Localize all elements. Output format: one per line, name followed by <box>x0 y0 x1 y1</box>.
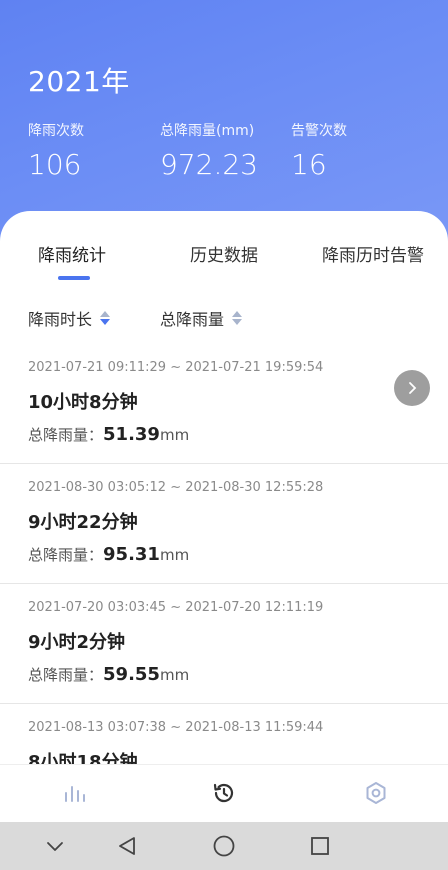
record-duration: 9小时2分钟 <box>28 632 126 653</box>
stat-value: 16 <box>291 148 327 181</box>
system-nav-bar <box>0 822 448 870</box>
recents-square-icon[interactable] <box>308 834 332 858</box>
rain-unit: mm <box>159 546 190 564</box>
record-rain: 总降雨量：51.39mm <box>28 424 189 445</box>
content-panel: 降雨统计 历史数据 降雨历时告警 降雨时长 总降雨量 2021-07-21 09… <box>0 211 448 771</box>
chevron-right-icon <box>409 382 417 394</box>
stat-label: 降雨次数 <box>28 123 84 139</box>
history-icon[interactable] <box>210 779 238 807</box>
list-item[interactable]: 2021-08-13 03:07:38 ~ 2021-08-13 11:59:4… <box>0 704 448 771</box>
chevron-down-icon[interactable] <box>43 834 67 858</box>
record-time-range: 2021-07-20 03:03:45 ~ 2021-07-20 12:11:1… <box>28 600 324 615</box>
rain-record-list: 2021-07-21 09:11:29 ~ 2021-07-21 19:59:5… <box>0 344 448 771</box>
rain-label: 总降雨量： <box>28 666 104 684</box>
rain-value: 95.31 <box>103 544 160 565</box>
sort-arrows-icon <box>232 311 243 325</box>
stat-rain-count: 降雨次数 106 <box>28 120 84 181</box>
stat-label: 告警次数 <box>291 123 347 139</box>
sort-bar: 降雨时长 总降雨量 <box>0 306 448 330</box>
record-time-range: 2021-07-21 09:11:29 ~ 2021-07-21 19:59:5… <box>28 360 324 375</box>
detail-button[interactable] <box>394 370 430 406</box>
rain-value: 51.39 <box>103 424 160 445</box>
stat-total-rain: 总降雨量(mm) 972.23 <box>160 120 258 181</box>
bar-chart-icon[interactable] <box>60 779 88 807</box>
record-time-range: 2021-08-30 03:05:12 ~ 2021-08-30 12:55:2… <box>28 480 324 495</box>
sort-label: 总降雨量 <box>160 310 225 329</box>
home-circle-icon[interactable] <box>212 834 236 858</box>
tab-bar: 降雨统计 历史数据 降雨历时告警 <box>0 241 448 271</box>
settings-hex-icon[interactable] <box>362 779 390 807</box>
rain-label: 总降雨量： <box>28 546 104 564</box>
sort-by-duration[interactable]: 降雨时长 <box>28 306 111 330</box>
record-rain: 总降雨量：59.55mm <box>28 664 189 685</box>
sort-by-total-rain[interactable]: 总降雨量 <box>160 306 243 330</box>
record-duration: 9小时22分钟 <box>28 512 138 533</box>
stat-alarm-count: 告警次数 16 <box>291 120 347 181</box>
record-duration: 10小时8分钟 <box>28 392 138 413</box>
sort-label: 降雨时长 <box>28 310 93 329</box>
rain-label: 总降雨量： <box>28 426 104 444</box>
list-item[interactable]: 2021-07-21 09:11:29 ~ 2021-07-21 19:59:5… <box>0 344 448 464</box>
bottom-tab-bar <box>0 764 448 822</box>
year-title: 2021年 <box>28 65 130 98</box>
active-tab-indicator <box>58 276 90 280</box>
tab-rain-stats[interactable]: 降雨统计 <box>38 241 106 266</box>
stat-value: 106 <box>28 148 82 181</box>
back-triangle-icon[interactable] <box>115 834 139 858</box>
list-item[interactable]: 2021-07-20 03:03:45 ~ 2021-07-20 12:11:1… <box>0 584 448 704</box>
tab-history[interactable]: 历史数据 <box>190 241 258 266</box>
record-time-range: 2021-08-13 03:07:38 ~ 2021-08-13 11:59:4… <box>28 720 324 735</box>
tab-duration-alarm[interactable]: 降雨历时告警 <box>322 241 424 266</box>
stat-label: 总降雨量(mm) <box>160 123 255 139</box>
rain-unit: mm <box>159 666 190 684</box>
list-item[interactable]: 2021-08-30 03:05:12 ~ 2021-08-30 12:55:2… <box>0 464 448 584</box>
record-rain: 总降雨量：95.31mm <box>28 544 189 565</box>
stat-value: 972.23 <box>160 148 258 181</box>
sort-arrows-icon <box>100 311 111 325</box>
rain-unit: mm <box>159 426 190 444</box>
rain-value: 59.55 <box>103 664 160 685</box>
